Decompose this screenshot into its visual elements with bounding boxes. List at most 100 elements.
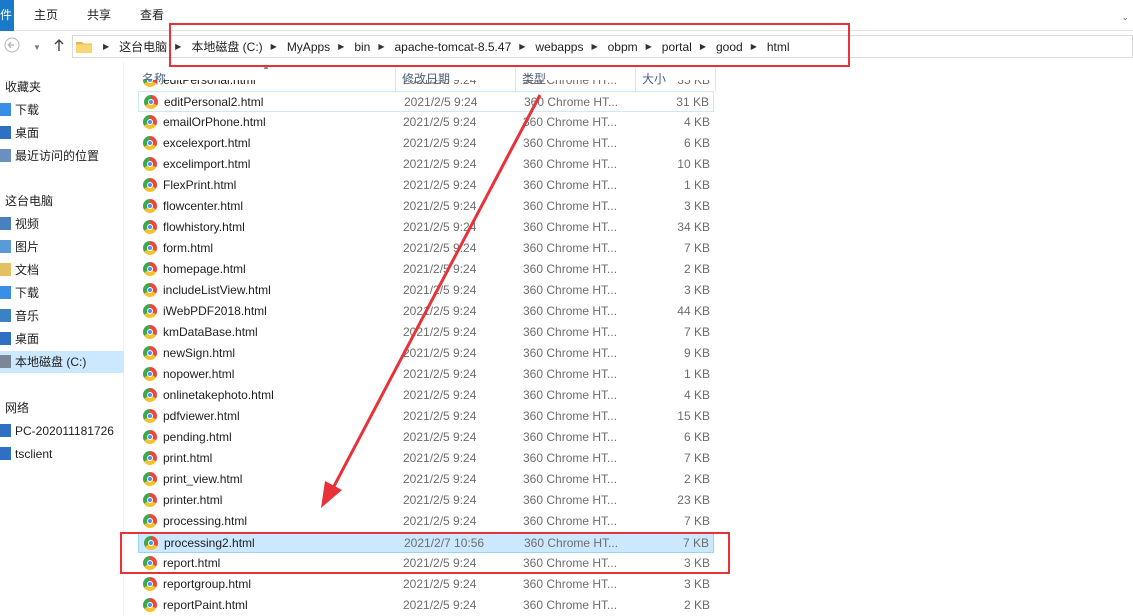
sidebar-item-label: 本地磁盘 (C:) (15, 355, 87, 369)
sidebar-item[interactable]: 最近访问的位置 (0, 145, 124, 167)
file-row[interactable]: excelexport.html 2021/2/5 9:24 360 Chrome … (138, 133, 714, 154)
tab-share[interactable]: 共享 (87, 0, 111, 31)
folder-icon (76, 42, 92, 53)
breadcrumb-item[interactable]: portal (662, 40, 692, 54)
chevron-right-icon[interactable]: ▶ (591, 42, 597, 51)
sidebar-item[interactable]: 图片 (0, 236, 124, 258)
sidebar-item[interactable]: PC-202011181726 (0, 420, 124, 442)
chevron-right-icon[interactable]: ▶ (175, 42, 181, 51)
back-button[interactable] (4, 37, 20, 57)
breadcrumb-item[interactable]: 这台电脑 (119, 38, 167, 55)
chevron-right-icon[interactable]: ▶ (271, 42, 277, 51)
breadcrumb-item[interactable]: bin (354, 40, 370, 54)
file-row[interactable]: nopower.html 2021/2/5 9:24 360 Chrome HT..… (138, 364, 714, 385)
breadcrumb-item[interactable]: webapps (535, 40, 583, 54)
file-row[interactable]: report.html 2021/2/5 9:24 360 Chrome HT...… (138, 553, 714, 574)
sidebar-item[interactable]: 桌面 (0, 122, 124, 144)
file-row[interactable]: emailOrPhone.html 2021/2/5 9:24 360 Chrome… (138, 112, 714, 133)
sidebar-item-label: 桌面 (15, 332, 40, 346)
file-row[interactable]: editPersonal2.html 2021/2/5 9:24 360 Chrom… (138, 91, 714, 112)
chrome-html-file-icon (143, 346, 157, 360)
sidebar-item[interactable]: 下载 (0, 282, 124, 304)
tab-file[interactable]: 件 (0, 0, 14, 31)
address-bar[interactable]: ▶ 这台电脑 ▶ 本地磁盘 (C:) ▶ MyApps ▶ bin ▶ apache-tomcat… (72, 35, 1133, 58)
file-date: 2021/2/5 9:24 (403, 241, 477, 255)
file-row[interactable]: flowhistory.html 2021/2/5 9:24 360 Chrome … (138, 217, 714, 238)
file-row[interactable]: print.html 2021/2/5 9:24 360 Chrome HT... 7… (138, 448, 714, 469)
file-row[interactable]: pdfviewer.html 2021/2/5 9:24 360 Chrome HT… (138, 406, 714, 427)
file-row[interactable]: editPersonal.html 2021/2/5 9:24 360 Chrome… (138, 80, 714, 91)
file-row[interactable]: reportgroup.html 2021/2/5 9:24 360 Chrome … (138, 574, 714, 595)
breadcrumb-item[interactable]: MyApps (287, 40, 330, 54)
tab-view[interactable]: 查看 (140, 0, 164, 31)
file-row[interactable]: flowcenter.html 2021/2/5 9:24 360 Chrome H… (138, 196, 714, 217)
file-name: excelimport.html (163, 157, 251, 171)
file-row[interactable]: newSign.html 2021/2/5 9:24 360 Chrome HT..… (138, 343, 714, 364)
file-explorer-window: 件 主页 共享 查看 ⌄ ▼ ▶ 这台电脑 ▶ 本地磁盘 (C:) ▶ MyApps ▶ bi… (0, 0, 1133, 616)
chevron-right-icon[interactable]: ▶ (700, 42, 706, 51)
file-date: 2021/2/5 9:24 (403, 367, 477, 381)
chevron-down-icon[interactable]: ⌄ (1121, 12, 1129, 23)
breadcrumb-item[interactable]: 本地磁盘 (C:) (191, 38, 262, 55)
sidebar-item[interactable]: 这台电脑 (0, 190, 124, 212)
chevron-right-icon[interactable]: ▶ (338, 42, 344, 51)
sidebar-item[interactable]: 网络 (0, 397, 124, 419)
file-type: 360 Chrome HT... (523, 199, 618, 213)
breadcrumb-item[interactable]: good (716, 40, 743, 54)
chrome-icon-center (147, 497, 153, 503)
sidebar-item[interactable]: 视频 (0, 213, 124, 235)
sidebar-item[interactable]: tsclient (0, 443, 124, 465)
file-row[interactable]: homepage.html 2021/2/5 9:24 360 Chrome HT.… (138, 259, 714, 280)
desktop-icon (0, 332, 11, 345)
chevron-right-icon[interactable]: ▶ (751, 42, 757, 51)
recent-locations-button[interactable]: ▼ (33, 40, 41, 56)
file-row[interactable]: reportPaint.html 2021/2/5 9:24 360 Chrome … (138, 595, 714, 616)
computer-icon (0, 424, 11, 437)
file-row[interactable]: FlexPrint.html 2021/2/5 9:24 360 Chrome HT… (138, 175, 714, 196)
file-type: 360 Chrome HT... (523, 220, 618, 234)
file-date: 2021/2/5 9:24 (403, 220, 477, 234)
sidebar-item[interactable]: 音乐 (0, 305, 124, 327)
chrome-html-file-icon (143, 283, 157, 297)
file-row[interactable]: kmDataBase.html 2021/2/5 9:24 360 Chrome H… (138, 322, 714, 343)
sidebar-item[interactable]: 文档 (0, 259, 124, 281)
tab-home[interactable]: 主页 (34, 0, 58, 31)
file-row[interactable]: printer.html 2021/2/5 9:24 360 Chrome HT..… (138, 490, 714, 511)
file-row[interactable]: includeListView.html 2021/2/5 9:24 360 Chr… (138, 280, 714, 301)
file-type: 360 Chrome HT... (523, 304, 618, 318)
chevron-right-icon[interactable]: ▶ (519, 42, 525, 51)
chrome-html-file-icon (143, 451, 157, 465)
up-button[interactable] (52, 37, 66, 57)
file-date: 2021/2/5 9:24 (403, 346, 477, 360)
file-name: homepage.html (163, 262, 246, 276)
file-row[interactable]: excelimport.html 2021/2/5 9:24 360 Chrome … (138, 154, 714, 175)
file-type: 360 Chrome HT... (523, 283, 618, 297)
chrome-icon-center (147, 329, 153, 335)
chrome-html-file-icon (143, 199, 157, 213)
sidebar-item[interactable]: 桌面 (0, 328, 124, 350)
breadcrumb-item[interactable]: obpm (608, 40, 638, 54)
file-row[interactable]: form.html 2021/2/5 9:24 360 Chrome HT... 7 … (138, 238, 714, 259)
chevron-right-icon[interactable]: ▶ (646, 42, 652, 51)
file-size: 2 KB (683, 598, 710, 612)
file-row[interactable]: pending.html 2021/2/5 9:24 360 Chrome HT..… (138, 427, 714, 448)
file-row[interactable]: processing.html 2021/2/5 9:24 360 Chrome H… (138, 511, 714, 532)
file-name: kmDataBase.html (163, 325, 258, 339)
breadcrumb-item[interactable]: html (767, 40, 790, 54)
chevron-right-icon[interactable]: ▶ (378, 42, 384, 51)
chrome-icon-center (147, 581, 153, 587)
sidebar-item[interactable]: 收藏夹 (0, 76, 124, 98)
chevron-right-icon[interactable]: ▶ (103, 42, 109, 51)
file-name: FlexPrint.html (163, 178, 237, 192)
file-row[interactable]: iWebPDF2018.html 2021/2/5 9:24 360 Chrome … (138, 301, 714, 322)
chrome-icon-center (147, 476, 153, 482)
file-row[interactable]: processing2.html 2021/2/7 10:56 360 Chrome… (138, 532, 714, 553)
file-row[interactable]: print_view.html 2021/2/5 9:24 360 Chrome H… (138, 469, 714, 490)
breadcrumb-item[interactable]: apache-tomcat-8.5.47 (395, 40, 512, 54)
file-row[interactable]: onlinetakephoto.html 2021/2/5 9:24 360 Chr… (138, 385, 714, 406)
file-date: 2021/2/5 9:24 (404, 95, 478, 109)
sidebar-item[interactable]: 下载 (0, 99, 124, 121)
sidebar-item[interactable]: 本地磁盘 (C:) (0, 351, 124, 373)
breadcrumb: ▶ 这台电脑 ▶ 本地磁盘 (C:) ▶ MyApps ▶ bin ▶ apache-tomcat… (95, 36, 790, 57)
sidebar-item-label: 这台电脑 (5, 194, 54, 208)
